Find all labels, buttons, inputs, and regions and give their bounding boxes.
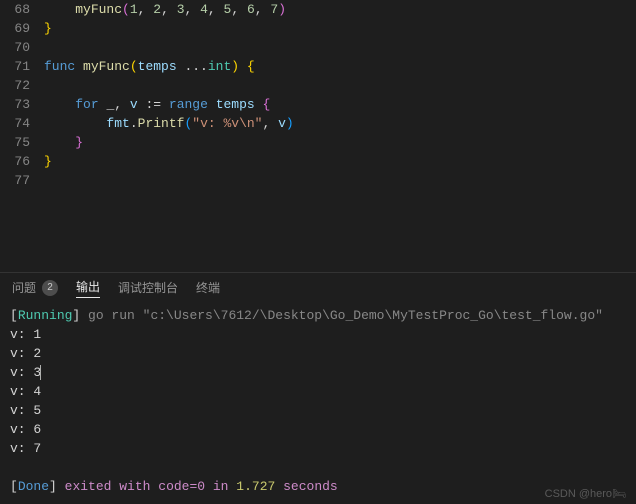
code-editor[interactable]: 68697071727374757677 myFunc(1, 2, 3, 4, … [0,0,636,272]
panel-tab-调试控制台[interactable]: 调试控制台 [118,279,178,296]
output-line: v: 2 [10,344,626,363]
output-line: v: 3 [10,363,626,382]
terminal-cursor [40,365,41,380]
line-number: 74 [0,114,30,133]
terminal-line: [Running] go run "c:\Users\7612/\Desktop… [10,306,626,325]
line-number: 70 [0,38,30,57]
output-line: v: 6 [10,420,626,439]
tab-label: 输出 [76,278,100,295]
code-line[interactable]: myFunc(1, 2, 3, 4, 5, 6, 7) [44,0,636,19]
output-line: v: 7 [10,439,626,458]
output-line: v: 5 [10,401,626,420]
tab-label: 问题 [12,279,36,296]
badge: 2 [42,280,58,296]
line-number: 76 [0,152,30,171]
exit-code: code=0 [158,479,205,494]
code-line[interactable]: } [44,133,636,152]
code-content[interactable]: myFunc(1, 2, 3, 4, 5, 6, 7)} func myFunc(… [44,0,636,272]
line-number: 77 [0,171,30,190]
line-number-gutter: 68697071727374757677 [0,0,44,272]
panel-tab-输出[interactable]: 输出 [76,278,100,298]
output-line: v: 4 [10,382,626,401]
line-number: 75 [0,133,30,152]
command-text: go run "c:\Users\7612/\Desktop\Go_Demo\M… [88,308,603,323]
line-number: 68 [0,0,30,19]
panel-tab-问题[interactable]: 问题 2 [12,279,58,296]
code-line[interactable] [44,76,636,95]
code-line[interactable] [44,38,636,57]
code-line[interactable]: fmt.Printf("v: %v\n", v) [44,114,636,133]
code-line[interactable]: } [44,152,636,171]
output-panel[interactable]: [Running] go run "c:\Users\7612/\Desktop… [0,302,636,502]
tab-label: 终端 [196,279,220,296]
elapsed-time: 1.727 [236,479,275,494]
line-number: 71 [0,57,30,76]
code-line[interactable]: for _, v := range temps { [44,95,636,114]
line-number: 72 [0,76,30,95]
code-line[interactable]: func myFunc(temps ...int) { [44,57,636,76]
tab-label: 调试控制台 [118,279,178,296]
panel-tabs: 问题 2 输出 调试控制台 终端 [0,272,636,302]
running-label: Running [18,308,73,323]
code-line[interactable] [44,171,636,190]
output-line: v: 1 [10,325,626,344]
panel-tab-终端[interactable]: 终端 [196,279,220,296]
line-number: 69 [0,19,30,38]
line-number: 73 [0,95,30,114]
watermark: CSDN @hero🛏 [545,487,626,500]
terminal-line: [Done] exited with code=0 in 1.727 secon… [10,477,626,496]
done-label: Done [18,479,49,494]
code-line[interactable]: } [44,19,636,38]
